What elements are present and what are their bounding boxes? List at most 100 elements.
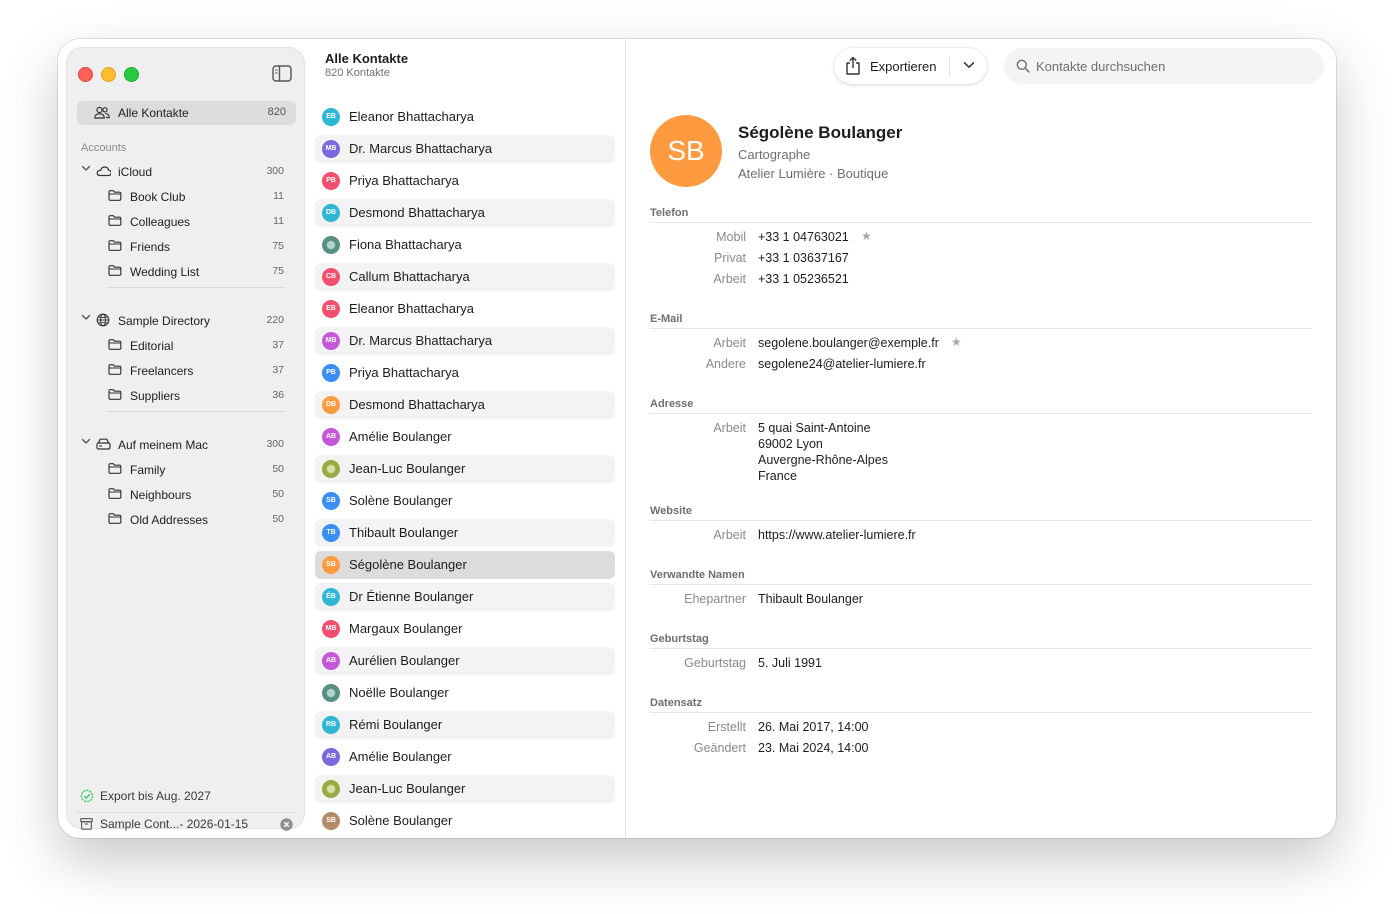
close-window-button[interactable] — [78, 67, 93, 82]
contact-avatar-initials: AB — [322, 428, 340, 446]
sidebar-item-all-contacts[interactable]: Alle Kontakte 820 — [77, 101, 296, 125]
contact-row[interactable]: Jean-Luc Boulanger — [315, 775, 615, 803]
contact-row[interactable]: EB Eleanor Bhattacharya — [315, 295, 615, 323]
folder-icon — [108, 265, 122, 276]
contact-row[interactable]: SB Ségolène Boulanger — [315, 551, 615, 579]
field-value[interactable]: 5 quai Saint-Antoine — [758, 421, 871, 435]
contact-row[interactable]: AB Amélie Boulanger — [315, 423, 615, 451]
field-value[interactable]: +33 1 03637167 — [758, 251, 849, 265]
contact-avatar-initials: CB — [322, 268, 340, 286]
sidebar-divider — [107, 411, 284, 412]
field-value[interactable]: Auvergne-Rhône-Alpes — [758, 453, 888, 467]
section-divider — [650, 520, 1312, 521]
chevron-down-icon[interactable] — [81, 437, 91, 446]
remove-archive-icon[interactable] — [280, 818, 293, 831]
section-divider — [650, 648, 1312, 649]
field-value[interactable]: +33 1 04763021 — [758, 230, 849, 244]
contact-row[interactable]: Fiona Bhattacharya — [315, 231, 615, 259]
search-field[interactable] — [1004, 48, 1324, 84]
favorite-star-icon[interactable]: ★ — [861, 229, 872, 243]
contact-avatar-photo — [322, 236, 340, 254]
contact-row[interactable]: MB Dr. Marcus Bhattacharya — [315, 135, 615, 163]
folder-icon — [108, 190, 122, 201]
field-value[interactable]: France — [758, 469, 797, 483]
avatar-photo-highlight — [327, 785, 335, 793]
sidebar-item-neighbours[interactable]: Neighbours 50 — [67, 483, 304, 505]
contact-row[interactable]: DB Desmond Bhattacharya — [315, 391, 615, 419]
contact-name: Amélie Boulanger — [349, 429, 452, 444]
contact-row[interactable]: PB Priya Bhattacharya — [315, 167, 615, 195]
sidebar-divider — [107, 287, 284, 288]
chevron-down-icon[interactable] — [81, 164, 91, 173]
contact-row[interactable]: Jean-Luc Boulanger — [315, 455, 615, 483]
contact-name: Dr Étienne Boulanger — [349, 589, 474, 604]
sidebar-item-old-addresses[interactable]: Old Addresses 50 — [67, 508, 304, 530]
sidebar-item-count: 50 — [272, 488, 284, 500]
contact-row[interactable]: AB Amélie Boulanger — [315, 743, 615, 771]
field-label: Arbeit — [713, 528, 746, 542]
field-value[interactable]: segolene.boulanger@exemple.fr — [758, 336, 939, 350]
sidebar-item-colleagues[interactable]: Colleagues 11 — [67, 210, 304, 232]
contact-row[interactable]: CB Callum Bhattacharya — [315, 263, 615, 291]
archive-label: Sample Cont...- 2026-01-15 — [100, 817, 249, 831]
sidebar-item-friends[interactable]: Friends 75 — [67, 235, 304, 257]
contact-row[interactable]: ÉB Dr Étienne Boulanger — [315, 583, 615, 611]
contact-row[interactable]: MB Margaux Boulanger — [315, 615, 615, 643]
share-icon — [846, 56, 860, 75]
section-divider — [650, 584, 1312, 585]
folder-icon — [108, 389, 122, 400]
sidebar-item-freelancers[interactable]: Freelancers 37 — [67, 359, 304, 381]
contact-row[interactable]: SB Solène Boulanger — [315, 807, 615, 835]
contact-row[interactable]: AB Aurélien Boulanger — [315, 647, 615, 675]
section-heading: E-Mail — [650, 313, 683, 325]
chevron-down-icon[interactable] — [81, 313, 91, 322]
sidebar-group-icloud[interactable]: iCloud 300 — [67, 160, 304, 182]
folder-icon — [108, 240, 122, 251]
field-value[interactable]: https://www.atelier-lumiere.fr — [758, 528, 916, 542]
sidebar-item-label: Alle Kontakte — [118, 106, 189, 120]
sidebar-item-count: 37 — [272, 364, 284, 376]
field-value[interactable]: 23. Mai 2024, 14:00 — [758, 741, 869, 755]
field-label: Geburtstag — [684, 656, 746, 670]
contact-avatar-photo — [322, 684, 340, 702]
sidebar-item-editorial[interactable]: Editorial 37 — [67, 334, 304, 356]
field-value[interactable]: segolene24@atelier-lumiere.fr — [758, 357, 926, 371]
sidebar-item-count: 50 — [272, 463, 284, 475]
contact-row[interactable]: SB Solène Boulanger — [315, 487, 615, 515]
field-value[interactable]: +33 1 05236521 — [758, 272, 849, 286]
field-label: Privat — [714, 251, 746, 265]
field-label: Arbeit — [713, 336, 746, 350]
contact-row[interactable]: RB Rémi Boulanger — [315, 711, 615, 739]
archive-box-icon — [80, 818, 93, 830]
favorite-star-icon[interactable]: ★ — [951, 335, 962, 349]
chevron-down-icon[interactable] — [963, 61, 975, 69]
contact-name: Solène Boulanger — [349, 493, 453, 508]
zoom-window-button[interactable] — [124, 67, 139, 82]
export-button[interactable]: Exportieren — [834, 48, 987, 84]
contact-row[interactable]: DB Desmond Bhattacharya — [315, 199, 615, 227]
contact-row[interactable]: TB Thibault Boulanger — [315, 519, 615, 547]
sidebar-group-sample-directory[interactable]: Sample Directory 220 — [67, 309, 304, 331]
field-value[interactable]: 5. Juli 1991 — [758, 656, 822, 670]
contact-row[interactable]: PB Priya Bhattacharya — [315, 359, 615, 387]
field-value[interactable]: 69002 Lyon — [758, 437, 823, 451]
sidebar-item-suppliers[interactable]: Suppliers 36 — [67, 384, 304, 406]
contact-avatar-initials: MB — [322, 620, 340, 638]
contact-avatar-initials: AB — [322, 652, 340, 670]
sidebar-item-wedding-list[interactable]: Wedding List 75 — [67, 260, 304, 282]
sidebar-item-book-club[interactable]: Book Club 11 — [67, 185, 304, 207]
contact-row[interactable]: EB Eleanor Bhattacharya — [315, 103, 615, 131]
contact-row[interactable]: Noëlle Boulanger — [315, 679, 615, 707]
sidebar-item-family[interactable]: Family 50 — [67, 458, 304, 480]
search-input[interactable] — [1036, 57, 1306, 75]
section-divider — [650, 328, 1312, 329]
contact-row[interactable]: MB Dr. Marcus Bhattacharya — [315, 327, 615, 355]
field-value[interactable]: Thibault Boulanger — [758, 592, 863, 606]
sidebar-item-label: Colleagues — [130, 215, 191, 229]
sidebar-group-auf-meinem-mac[interactable]: Auf meinem Mac 300 — [67, 433, 304, 455]
minimize-window-button[interactable] — [101, 67, 116, 82]
contact-name: Amélie Boulanger — [349, 749, 452, 764]
field-value[interactable]: 26. Mai 2017, 14:00 — [758, 720, 869, 734]
sidebar-item-label: Friends — [130, 240, 171, 254]
sidebar-toggle-icon[interactable] — [272, 65, 292, 82]
